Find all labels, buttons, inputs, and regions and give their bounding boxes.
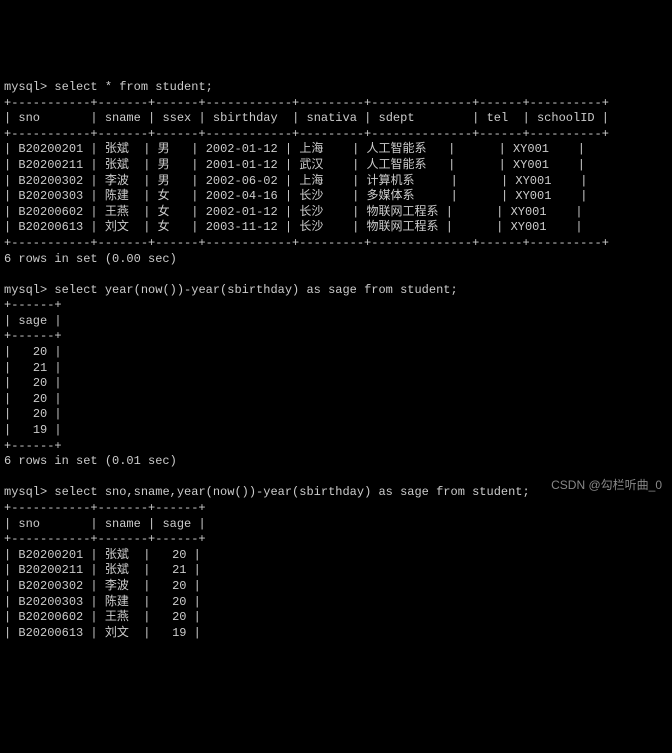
table3-border: +-----------+-------+------+	[4, 501, 206, 515]
table-row: | B20200302 | 李波 | 男 | 2002-06-02 | 上海 |…	[4, 174, 587, 188]
table1-border: +-----------+-------+------+------------…	[4, 236, 609, 250]
table-row: | 21 |	[4, 361, 62, 375]
table-row: | B20200602 | 王燕 | 20 |	[4, 610, 201, 624]
table2-border: +------+	[4, 298, 62, 312]
table-row: | 20 |	[4, 407, 62, 421]
prompt: mysql> select sno,sname,year(now())-year…	[4, 485, 530, 499]
prompt: mysql> select * from student;	[4, 80, 213, 94]
terminal-output: mysql> select * from student; +---------…	[0, 62, 672, 643]
table-row: | 20 |	[4, 345, 62, 359]
watermark: CSDN @勾栏听曲_0	[551, 478, 662, 494]
table-row: | B20200211 | 张斌 | 21 |	[4, 563, 201, 577]
table-row: | B20200303 | 陈建 | 20 |	[4, 595, 201, 609]
table-row: | 20 |	[4, 376, 62, 390]
table-row: | B20200302 | 李波 | 20 |	[4, 579, 201, 593]
query-1: select * from student;	[54, 80, 212, 94]
table2-border: +------+	[4, 439, 62, 453]
table3-border: +-----------+-------+------+	[4, 532, 206, 546]
table-row: | B20200201 | 张斌 | 20 |	[4, 548, 201, 562]
table-row: | B20200303 | 陈建 | 女 | 2002-04-16 | 长沙 |…	[4, 189, 587, 203]
table1-footer: 6 rows in set (0.00 sec)	[4, 252, 177, 266]
table-row: | B20200613 | 刘文 | 女 | 2003-11-12 | 长沙 |…	[4, 220, 583, 234]
prompt: mysql> select year(now())-year(sbirthday…	[4, 283, 458, 297]
table-row: | B20200613 | 刘文 | 19 |	[4, 626, 201, 640]
table-row: | B20200602 | 王燕 | 女 | 2002-01-12 | 长沙 |…	[4, 205, 583, 219]
query-2: select year(now())-year(sbirthday) as sa…	[54, 283, 457, 297]
query-3: select sno,sname,year(now())-year(sbirth…	[54, 485, 529, 499]
table-row: | B20200211 | 张斌 | 男 | 2001-01-12 | 武汉 |…	[4, 158, 585, 172]
table-row: | 19 |	[4, 423, 62, 437]
table2-border: +------+	[4, 329, 62, 343]
table-row: | B20200201 | 张斌 | 男 | 2002-01-12 | 上海 |…	[4, 142, 585, 156]
table1-header-row: | sno | sname | ssex | sbirthday | snati…	[4, 111, 609, 125]
table-row: | 20 |	[4, 392, 62, 406]
table3-header-row: | sno | sname | sage |	[4, 517, 206, 531]
table1-border: +-----------+-------+------+------------…	[4, 127, 609, 141]
table1-border: +-----------+-------+------+------------…	[4, 96, 609, 110]
table2-header-row: | sage |	[4, 314, 62, 328]
table2-footer: 6 rows in set (0.01 sec)	[4, 454, 177, 468]
